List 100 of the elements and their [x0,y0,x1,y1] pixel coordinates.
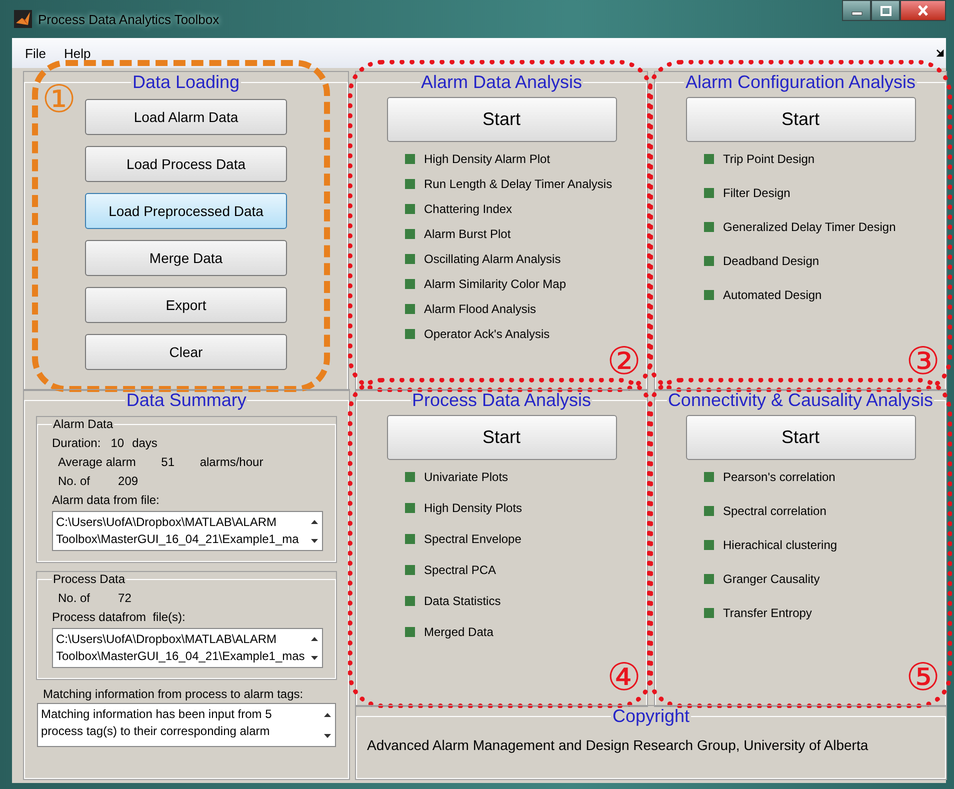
analysis-item: Alarm Similarity Color Map [424,277,566,291]
status-indicator-icon [405,329,415,339]
analysis-item: Granger Causality [723,572,820,586]
status-indicator-icon [704,256,714,266]
load-button[interactable]: Export [85,287,287,323]
analysis-item: Data Statistics [424,594,501,608]
status-indicator-icon [704,290,714,300]
analysis-item: Filter Design [723,186,790,200]
field-label: Matching information from process to alarm tags: [43,687,304,701]
analysis-item: Transfer Entropy [723,606,812,620]
field-value: 51 [160,454,176,468]
status-indicator-icon [704,506,714,516]
scroll-up-icon[interactable] [324,712,332,716]
analysis-item: Spectral Envelope [424,532,522,546]
app-icon [14,10,32,28]
analysis-item: High Density Alarm Plot [424,152,550,166]
analysis-item: High Density Plots [424,501,522,515]
field-label: Average alarm [58,454,136,468]
field-value: 72 [118,590,132,604]
analysis-item: Alarm Burst Plot [424,227,511,241]
status-indicator-icon [704,540,714,550]
field-label: No. of [58,474,90,488]
annotation-number: ① [42,80,76,118]
annotation-number: ⑤ [906,658,940,696]
status-indicator-icon [405,179,415,189]
field-value: 10 [110,436,124,450]
analysis-item: Run Length & Delay Timer Analysis [424,177,612,191]
status-indicator-icon [405,534,415,544]
text-line: Toolbox\MasterGUI_16_04_21\Example1_mas [56,648,305,665]
text-line: process tag(s) to their corresponding alarm [41,723,271,740]
matching-info-box[interactable]: Matching information has been input from 5 process tag(s) to their corresponding alarm [37,703,336,747]
status-indicator-icon [704,154,714,164]
scroll-down-icon[interactable] [311,656,318,660]
load-button[interactable]: Merge Data [85,240,287,276]
scroll-up-icon[interactable] [311,636,318,640]
close-icon [917,5,929,16]
status-indicator-icon [405,304,415,314]
dock-arrow-icon[interactable] [936,49,944,57]
load-button[interactable]: Load Preprocessed Data [85,193,287,229]
status-indicator-icon [405,627,415,637]
status-indicator-icon [405,596,415,606]
panel-title: Alarm Data Analysis [420,72,584,93]
scroll-up-icon[interactable] [311,520,318,524]
status-indicator-icon [405,229,415,239]
file-path-box[interactable]: C:\Users\UofA\Dropbox\MATLAB\ALARM Toolbox\MasterGUI_16_04_21\Example1_mas [52,628,323,668]
start-button[interactable]: Start [686,97,916,142]
group-title: Alarm Data [52,417,114,431]
analysis-item: Deadband Design [723,254,820,268]
annotation-number: ④ [607,658,641,696]
load-button[interactable]: Clear [85,334,287,370]
status-indicator-icon [405,204,415,214]
status-indicator-icon [405,279,415,289]
status-indicator-icon [704,574,714,584]
panel-title: Alarm Configuration Analysis [684,72,917,93]
text-line: Matching information has been input from 5 [41,706,273,723]
unit-label: days [132,436,158,450]
analysis-item: Pearson's correlation [723,470,836,484]
analysis-item: Generalized Delay Timer Design [723,220,896,234]
status-indicator-icon [405,154,415,164]
window-title: Process Data Analytics Toolbox [38,12,220,26]
field-label: Alarm data from file: [52,492,160,506]
maximize-icon [880,6,892,16]
analysis-item: Univariate Plots [424,470,508,484]
analysis-item: Hierachical clustering [723,538,838,552]
panel-title: Data Summary [125,390,248,411]
status-indicator-icon [704,472,714,482]
panel-title: Data Loading [131,72,241,93]
annotation-number: ② [607,342,641,380]
file-path-box[interactable]: C:\Users\UofA\Dropbox\MATLAB\ALARM Toolbox\MasterGUI_16_04_21\Example1_ma [52,511,323,551]
maximize-button[interactable] [871,0,900,21]
menu-item[interactable]: Help [54,46,100,60]
status-indicator-icon [704,222,714,232]
unit-label: alarms/hour [200,454,264,468]
start-button[interactable]: Start [386,415,616,460]
scroll-down-icon[interactable] [324,734,332,738]
field-label: Duration: [52,436,101,450]
start-button[interactable]: Start [386,97,616,142]
field-label: Process datafrom file(s): [52,610,186,624]
annotation-number: ③ [906,342,940,380]
load-button[interactable]: Load Alarm Data [85,99,287,135]
text-line: Toolbox\MasterGUI_16_04_21\Example1_ma [56,531,300,548]
close-button[interactable] [900,0,946,21]
status-indicator-icon [405,472,415,482]
start-button[interactable]: Start [686,415,916,460]
text-line: C:\Users\UofA\Dropbox\MATLAB\ALARM [56,514,278,531]
status-indicator-icon [405,503,415,513]
scroll-down-icon[interactable] [311,538,318,542]
menu-item[interactable]: File [16,46,55,60]
analysis-item: Automated Design [723,288,822,302]
load-button[interactable]: Load Process Data [85,146,287,182]
panel-title: Connectivity & Causality Analysis [666,390,934,411]
analysis-item: Trip Point Design [723,152,815,166]
analysis-item: Oscillating Alarm Analysis [424,252,561,266]
panel-title: Copyright [611,706,691,727]
minimize-button[interactable] [842,0,871,21]
status-indicator-icon [704,188,714,198]
analysis-item: Spectral correlation [723,504,826,518]
field-value: 209 [118,474,138,488]
field-label: No. of [58,590,90,604]
analysis-item: Merged Data [424,625,494,639]
